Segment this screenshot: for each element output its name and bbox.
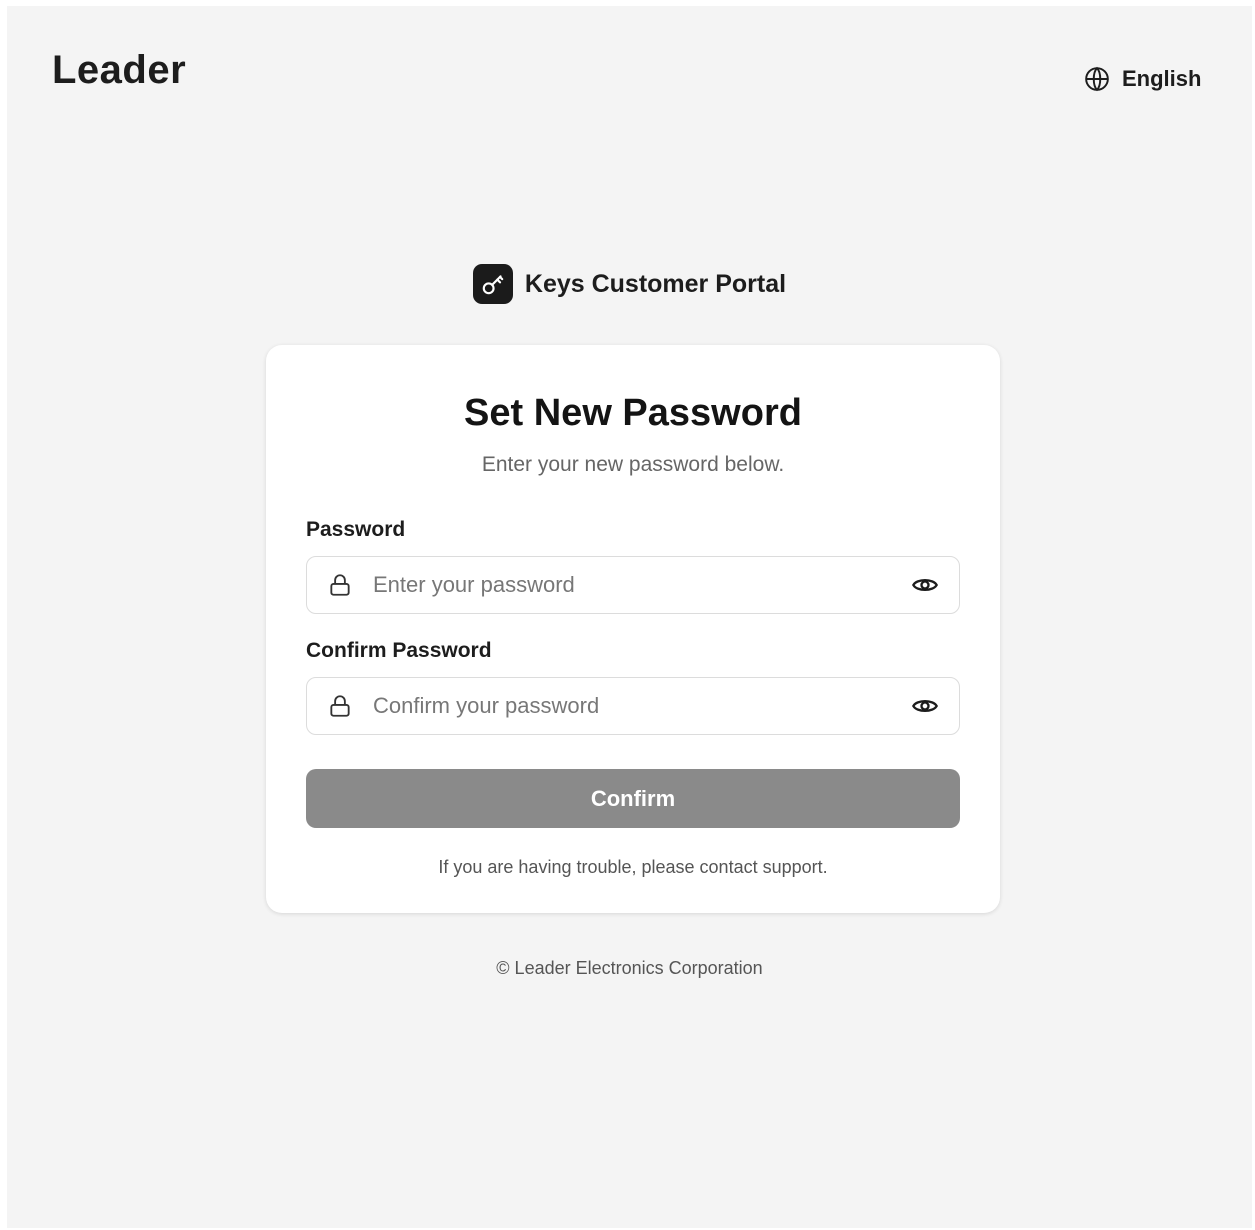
globe-icon (1085, 66, 1109, 92)
language-label: English (1122, 66, 1202, 91)
card-subtitle: Enter your new password below. (481, 453, 785, 476)
portal-badge (472, 264, 513, 304)
password-field[interactable] (306, 556, 960, 614)
card-title: Set New Password (464, 392, 802, 434)
portal-heading: Keys Customer Portal (7, 264, 1252, 304)
leader-logo[interactable]: Leader (52, 46, 186, 94)
portal-title: Keys Customer Portal (524, 269, 787, 298)
eye-icon[interactable] (911, 571, 939, 599)
password-label: Password (306, 518, 406, 541)
confirm-password-label: Confirm Password (306, 639, 492, 662)
key-icon (482, 275, 504, 295)
lock-icon (330, 695, 350, 717)
password-input[interactable] (373, 557, 901, 613)
confirm-password-field[interactable] (306, 677, 960, 735)
support-help-text: If you are having trouble, please contac… (438, 857, 828, 877)
set-password-card: Set New Password Enter your new password… (266, 345, 1000, 913)
page-background: Leader English Keys Customer Portal Set … (7, 6, 1252, 1228)
language-selector[interactable]: English (1084, 66, 1201, 92)
lock-icon (330, 574, 350, 596)
copyright-footer: © Leader Electronics Corporation (496, 958, 763, 978)
eye-icon[interactable] (911, 692, 939, 720)
confirm-password-input[interactable] (373, 678, 901, 734)
confirm-button[interactable]: Confirm (306, 769, 960, 828)
